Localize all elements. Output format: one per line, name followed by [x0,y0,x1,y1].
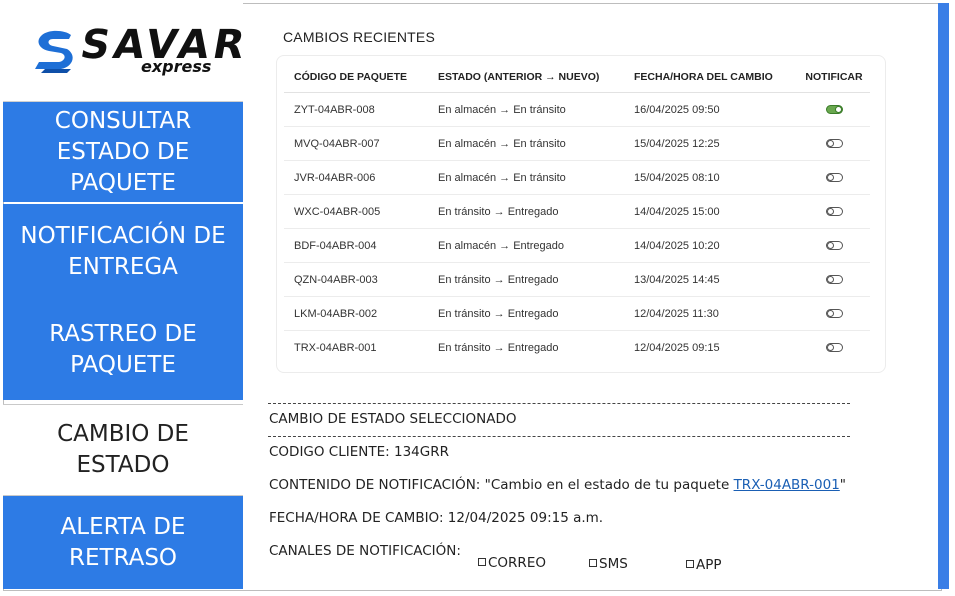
table-row[interactable]: TRX-04ABR-001 En tránsito → Entregado 12/0… [284,331,870,365]
table-row[interactable]: QZN-04ABR-003 En tránsito → Entregado 13/0… [284,262,870,297]
savar-s-logo-icon [35,30,73,73]
divider [268,403,850,404]
checkbox-icon [478,558,486,566]
toggle-knob [826,310,834,318]
brand-logo: SAVAR express [3,3,252,102]
notify-toggle[interactable] [825,343,843,353]
column-header-notify: NOTIFICAR [798,62,870,93]
recent-changes-table: CÓDIGO DE PAQUETE ESTADO (ANTERIOR → NUE… [284,62,870,364]
sidebar-item-cambio-estado[interactable]: CAMBIO DE ESTADO [3,404,243,496]
cell-status: En almacén → En tránsito [428,92,624,127]
checkbox-icon [589,559,597,567]
cell-code: MVQ-04ABR-007 [284,126,428,161]
recent-changes-table-card: CÓDIGO DE PAQUETE ESTADO (ANTERIOR → NUE… [276,55,886,373]
channel-email-checkbox[interactable]: CORREO [478,555,546,571]
cell-datetime: 13/04/2025 14:45 [624,262,798,297]
notify-toggle[interactable] [825,105,843,115]
scrollbar[interactable] [938,3,949,589]
toggle-knob [826,208,834,216]
cell-datetime: 15/04/2025 08:10 [624,160,798,195]
cell-notify [798,296,870,331]
toggle-knob [826,242,834,250]
notify-toggle[interactable] [825,275,843,285]
cell-notify [798,92,870,127]
cell-notify [798,331,870,365]
cell-code: BDF-04ABR-004 [284,228,428,263]
table-row[interactable]: JVR-04ABR-006 En almacén → En tránsito 15/… [284,160,870,195]
cell-datetime: 12/04/2025 09:15 [634,341,720,354]
table-row[interactable]: LKM-04ABR-002 En tránsito → Entregado 12/0… [284,296,870,331]
notify-toggle[interactable] [825,309,843,319]
channel-sms-checkbox[interactable]: SMS [589,556,628,572]
cell-code: LKM-04ABR-002 [284,296,428,331]
table-row[interactable]: MVQ-04ABR-007 En almacén → En tránsito 15/… [284,126,870,161]
cell-notify [798,126,870,161]
cell-status: En tránsito → Entregado [438,341,559,354]
toggle-knob [834,106,842,114]
divider [268,436,850,437]
toggle-knob [826,140,834,148]
notification-content: CONTENIDO DE NOTIFICACIÓN: "Cambio en el… [269,477,846,493]
channels-label: CANALES DE NOTIFICACIÓN: [269,543,461,559]
cell-datetime: 16/04/2025 09:50 [624,92,798,127]
cell-status: En almacén → En tránsito [428,126,624,161]
column-header-code: CÓDIGO DE PAQUETE [284,62,428,93]
sidebar-item-label: NOTIFICACIÓN DE ENTREGA [20,223,226,280]
cell-status: En almacén → Entregado [428,228,624,263]
sidebar-item-label: RASTREO DE PAQUETE [49,321,197,378]
sidebar-item-notificacion-entrega[interactable]: NOTIFICACIÓN DE ENTREGA [3,204,243,300]
cell-notify [798,160,870,195]
table-row[interactable]: ZYT-04ABR-008 En almacén → En tránsito 16/… [284,92,870,127]
toggle-knob [826,344,834,352]
client-code: CODIGO CLIENTE: 134GRR [269,444,449,460]
table-row[interactable]: WXC-04ABR-005 En tránsito → Entregado 14/0… [284,194,870,229]
column-header-datetime: FECHA/HORA DEL CAMBIO [624,62,798,93]
selected-change-title: CAMBIO DE ESTADO SELECCIONADO [269,411,517,427]
cell-code: TRX-04ABR-001 [294,341,377,354]
cell-datetime: 12/04/2025 11:30 [624,296,798,331]
toggle-knob [826,276,834,284]
cell-status: En tránsito → Entregado [428,296,624,331]
table-row[interactable]: BDF-04ABR-004 En almacén → Entregado 14/04… [284,228,870,263]
sidebar-item-label: CAMBIO DE ESTADO [57,421,189,478]
sidebar-item-alerta-retraso[interactable]: ALERTA DE RETRASO [3,496,243,589]
checkbox-icon [686,560,694,568]
channel-email-label: CORREO [488,555,546,571]
notify-toggle[interactable] [825,173,843,183]
sidebar: SAVAR express CONSULTAR ESTADO DE PAQUET… [3,3,252,589]
change-datetime: FECHA/HORA DE CAMBIO: 12/04/2025 09:15 a… [269,510,604,526]
cell-code: JVR-04ABR-006 [284,160,428,195]
sidebar-item-label: ALERTA DE RETRASO [60,513,186,571]
column-header-status: ESTADO (ANTERIOR → NUEVO) [428,62,624,93]
cell-datetime: 15/04/2025 12:25 [624,126,798,161]
toggle-knob [826,174,834,182]
table-header-row: CÓDIGO DE PAQUETE ESTADO (ANTERIOR → NUE… [284,62,870,93]
notification-content-text: CONTENIDO DE NOTIFICACIÓN: "Cambio en el… [269,477,734,493]
cell-status: En tránsito → Entregado [428,194,624,229]
notification-content-end: " [839,477,847,493]
sidebar-item-rastreo-paquete[interactable]: RASTREO DE PAQUETE [3,300,243,400]
brand-sub: express [141,57,212,76]
cell-status: En tránsito → Entregado [428,262,624,297]
recent-changes-title: CAMBIOS RECIENTES [283,29,435,45]
channel-app-label: APP [696,557,722,573]
sidebar-item-label: CONSULTAR ESTADO DE PAQUETE [54,107,192,196]
cell-notify [798,194,870,229]
notify-toggle[interactable] [825,241,843,251]
notify-toggle[interactable] [825,207,843,217]
cell-status: En almacén → En tránsito [428,160,624,195]
package-link[interactable]: TRX-04ABR-001 [734,477,840,493]
cell-datetime: 14/04/2025 10:20 [624,228,798,263]
cell-notify [798,228,870,263]
channel-sms-label: SMS [599,556,628,572]
notify-toggle[interactable] [825,139,843,149]
channel-app-checkbox[interactable]: APP [686,557,722,573]
cell-code: WXC-04ABR-005 [284,194,428,229]
cell-code: ZYT-04ABR-008 [284,92,428,127]
cell-notify [798,262,870,297]
cell-code: QZN-04ABR-003 [284,262,428,297]
sidebar-item-consultar-estado[interactable]: CONSULTAR ESTADO DE PAQUETE [3,102,243,202]
cell-datetime: 14/04/2025 15:00 [624,194,798,229]
